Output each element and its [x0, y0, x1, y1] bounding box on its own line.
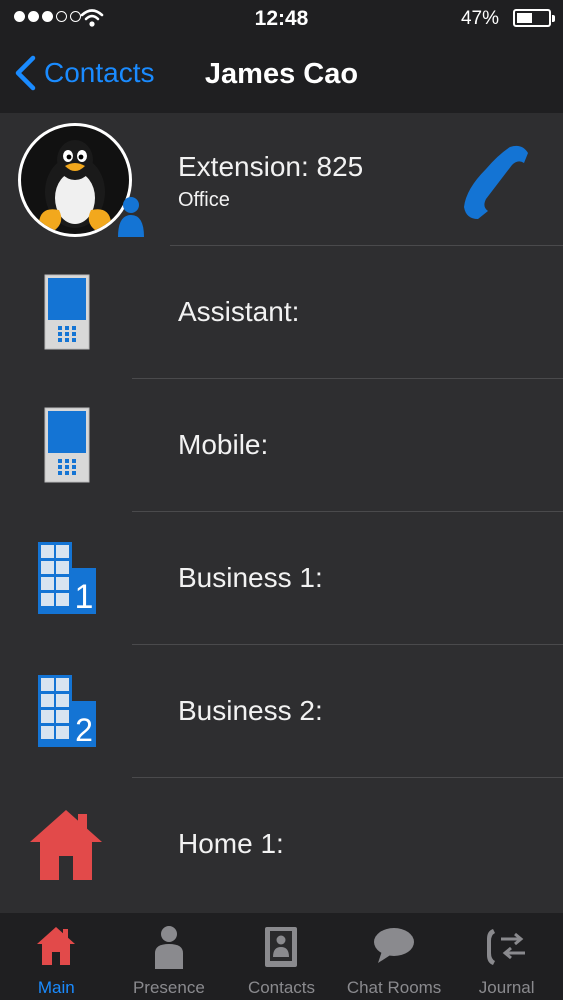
svg-text:1: 1	[75, 578, 94, 614]
journal-phone-icon	[486, 929, 525, 965]
tab-chat-rooms-label: Chat Rooms	[346, 978, 442, 997]
extension-row[interactable]: Extension: 825 Office	[0, 113, 563, 246]
business-2-row[interactable]: 2 Business 2:	[0, 645, 563, 778]
presence-person-icon	[118, 197, 144, 237]
tab-presence[interactable]: Presence	[113, 913, 226, 1000]
business-1-label: Business 1:	[178, 562, 323, 593]
battery-icon	[513, 9, 555, 27]
tab-main[interactable]: Main	[0, 913, 113, 1000]
contact-number-list: Extension: 825 Office Assistant: Mobile:	[0, 113, 563, 911]
phone-handset-icon	[464, 145, 528, 219]
mobile-phone-icon	[44, 407, 90, 483]
mobile-label: Mobile:	[178, 429, 269, 460]
chat-bubble-icon	[374, 928, 415, 963]
status-bar: 12:48 47%	[0, 0, 563, 38]
call-button[interactable]	[452, 141, 538, 223]
tab-contacts-label: Contacts	[247, 978, 316, 997]
tab-bar: Main Presence Contacts Chat Rooms Journa…	[0, 913, 563, 1000]
navigation-bar: Contacts James Cao	[0, 38, 563, 113]
extension-label: Extension: 825	[178, 151, 364, 182]
page-title: James Cao	[204, 58, 359, 90]
assistant-label: Assistant:	[178, 296, 300, 327]
assistant-row[interactable]: Assistant:	[0, 246, 563, 379]
house-icon	[30, 810, 102, 880]
building-1-icon: 1	[38, 542, 96, 614]
business-2-label: Business 2:	[178, 695, 323, 726]
business-1-row[interactable]: 1 Business 1:	[0, 512, 563, 645]
tab-chat-rooms[interactable]: Chat Rooms	[338, 913, 451, 1000]
house-icon	[37, 927, 76, 965]
mobile-row[interactable]: Mobile:	[0, 379, 563, 512]
tab-main-label: Main	[37, 978, 75, 997]
mobile-phone-icon	[44, 274, 90, 350]
building-2-icon: 2	[38, 675, 96, 747]
address-book-icon	[265, 927, 298, 967]
avatar	[18, 123, 132, 237]
home-1-label: Home 1:	[178, 828, 284, 859]
home-1-row[interactable]: Home 1:	[0, 778, 563, 911]
tux-penguin-icon	[39, 140, 111, 231]
tab-presence-label: Presence	[132, 978, 205, 997]
tab-journal-label: Journal	[478, 978, 535, 997]
extension-sublabel: Office	[178, 189, 230, 211]
person-icon	[154, 926, 183, 969]
tab-journal[interactable]: Journal	[450, 913, 563, 1000]
tab-contacts[interactable]: Contacts	[225, 913, 338, 1000]
svg-text:2: 2	[75, 712, 93, 747]
battery-percentage: 47%	[460, 8, 499, 29]
